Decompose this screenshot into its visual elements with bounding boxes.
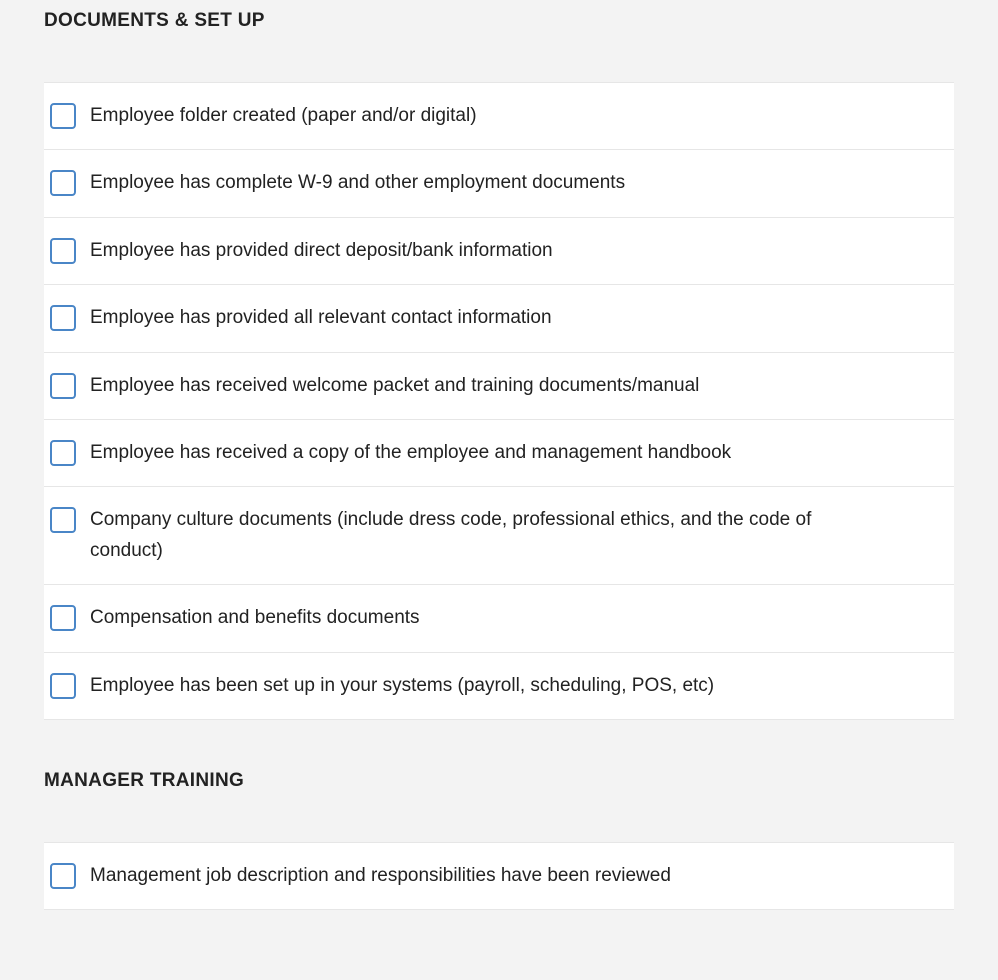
checklist-row: Employee has complete W-9 and other empl… xyxy=(44,150,954,217)
checklist-label: Employee has provided all relevant conta… xyxy=(90,303,850,333)
checklist-row: Management job description and responsib… xyxy=(44,843,954,910)
checklist-label: Compensation and benefits documents xyxy=(90,603,850,633)
checkbox[interactable] xyxy=(50,238,76,264)
checkbox[interactable] xyxy=(50,507,76,533)
checkbox[interactable] xyxy=(50,373,76,399)
checkbox[interactable] xyxy=(50,440,76,466)
checkbox[interactable] xyxy=(50,170,76,196)
checklist-row: Employee has received a copy of the empl… xyxy=(44,420,954,487)
checklist-row: Employee has received welcome packet and… xyxy=(44,353,954,420)
section-title: MANAGER TRAINING xyxy=(44,760,954,842)
checklist-label: Employee has complete W-9 and other empl… xyxy=(90,168,850,198)
checklist: Employee folder created (paper and/or di… xyxy=(44,82,954,720)
checklist: Management job description and responsib… xyxy=(44,842,954,910)
checklist-row: Employee folder created (paper and/or di… xyxy=(44,83,954,150)
checklist-row: Compensation and benefits documents xyxy=(44,585,954,652)
checklist-row: Employee has been set up in your systems… xyxy=(44,653,954,720)
checklist-row: Employee has provided all relevant conta… xyxy=(44,285,954,352)
checklist-label: Employee folder created (paper and/or di… xyxy=(90,101,850,131)
document-page: DOCUMENTS & SET UP Employee folder creat… xyxy=(0,0,998,980)
checklist-label: Employee has received welcome packet and… xyxy=(90,371,850,401)
checklist-label: Management job description and responsib… xyxy=(90,861,850,891)
checklist-row: Company culture documents (include dress… xyxy=(44,487,954,585)
checklist-label: Employee has received a copy of the empl… xyxy=(90,438,850,468)
checklist-label: Employee has been set up in your systems… xyxy=(90,671,850,701)
checklist-row: Employee has provided direct deposit/ban… xyxy=(44,218,954,285)
checklist-label: Company culture documents (include dress… xyxy=(90,505,850,566)
checkbox[interactable] xyxy=(50,673,76,699)
section-title: DOCUMENTS & SET UP xyxy=(44,0,954,82)
checkbox[interactable] xyxy=(50,305,76,331)
section-manager-training: MANAGER TRAINING Management job descript… xyxy=(44,760,954,910)
section-documents-setup: DOCUMENTS & SET UP Employee folder creat… xyxy=(44,0,954,720)
checklist-label: Employee has provided direct deposit/ban… xyxy=(90,236,850,266)
checkbox[interactable] xyxy=(50,103,76,129)
checkbox[interactable] xyxy=(50,863,76,889)
checkbox[interactable] xyxy=(50,605,76,631)
